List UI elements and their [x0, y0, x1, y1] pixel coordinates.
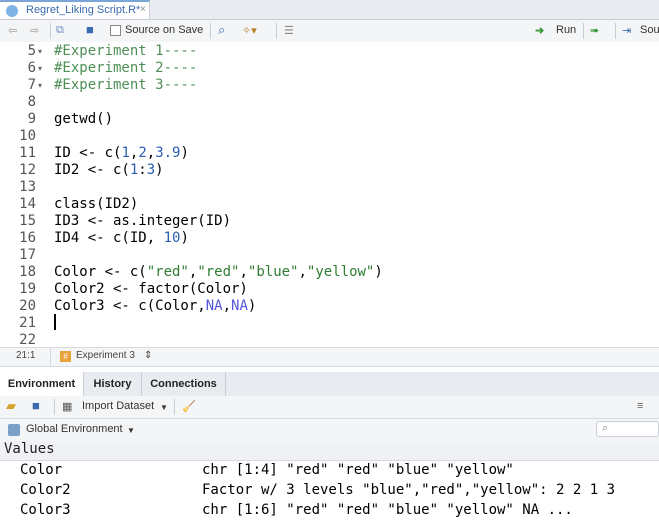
environment-search-input[interactable]: ⌕ [596, 421, 659, 437]
text-cursor [54, 314, 56, 330]
line-number: 19 [19, 281, 36, 297]
line-number: 17 [19, 247, 36, 263]
source-on-save-checkbox[interactable] [110, 25, 121, 36]
line-number: 21 [19, 315, 36, 331]
line-number: 18 [19, 264, 36, 280]
code-line[interactable]: getwd() [54, 111, 113, 127]
search-icon[interactable]: ⌕ [218, 22, 225, 38]
code-line[interactable]: class(ID2) [54, 196, 138, 212]
section-dropdown-icon[interactable]: ⇕ [144, 350, 152, 361]
code-line[interactable]: ID3 <- as.integer(ID) [54, 213, 231, 229]
line-number: 22 [19, 332, 36, 348]
environment-toolbar: ▰ ■ ▦ Import Dataset ▼ 🧹 ≡ [0, 396, 659, 419]
source-on-save-label: Source on Save [125, 24, 204, 36]
line-number: 8 [27, 94, 36, 110]
tab-history[interactable]: History [84, 372, 142, 396]
save-workspace-icon[interactable]: ■ [32, 398, 40, 413]
line-number: 6 [27, 60, 36, 76]
tab-environment[interactable]: Environment [0, 372, 84, 396]
fold-arrow-icon[interactable]: ▾ [38, 64, 42, 73]
variable-value: chr [1:4] "red" "red" "blue" "yellow" [202, 462, 514, 478]
file-tab[interactable]: Regret_Liking Script.R* × [0, 0, 150, 19]
section-label[interactable]: Experiment 3 [76, 350, 135, 361]
source-arrow-icon: ⇥ [622, 25, 632, 37]
code-line[interactable]: ID2 <- c(1:3) [54, 162, 164, 178]
r-file-icon [6, 5, 18, 17]
import-dropdown-icon[interactable]: ▼ [160, 403, 168, 412]
editor-status-bar: 21:1 # Experiment 3 ⇕ [0, 347, 659, 367]
code-line[interactable]: Color <- c("red","red","blue","yellow") [54, 264, 383, 280]
fold-arrow-icon[interactable]: ▾ [38, 81, 42, 90]
values-header-label: Values [4, 441, 55, 457]
variable-value: chr [1:6] "red" "red" "blue" "yellow" NA… [202, 502, 573, 518]
broom-icon[interactable]: 🧹 [182, 400, 196, 413]
environment-dropdown-icon[interactable]: ▼ [127, 426, 135, 435]
source-button[interactable]: Sou [640, 24, 659, 36]
code-editor[interactable]: 5 ▾ 6 ▾ 7 ▾ 8 9 10 11 12 13 14 15 16 17 18 19 20 21 22 #Expe… [0, 42, 659, 348]
rerun-icon[interactable]: ➠ [590, 24, 599, 37]
code-line[interactable]: Color2 <- factor(Color) [54, 281, 248, 297]
line-number: 5 [27, 43, 36, 59]
environment-pane-tabs: Environment History Connections [0, 372, 659, 397]
variable-name: Color [20, 462, 63, 478]
environment-value-row[interactable]: Color2 Factor w/ 3 levels "blue","red","y… [0, 481, 659, 501]
fold-arrow-icon[interactable]: ▾ [38, 47, 42, 56]
environment-value-row[interactable]: Color chr [1:4] "red" "red" "blue" "yello… [0, 461, 659, 481]
variable-name: Color2 [20, 482, 71, 498]
line-number: 14 [19, 196, 36, 212]
environment-value-row[interactable]: Color3 chr [1:6] "red" "red" "blue" "yell… [0, 501, 659, 521]
show-in-window-icon[interactable]: ⧉ [56, 24, 64, 37]
variable-name: Color3 [20, 502, 71, 518]
code-line[interactable]: ID4 <- c(ID, 10) [54, 230, 189, 246]
line-number: 15 [19, 213, 36, 229]
line-number: 16 [19, 230, 36, 246]
line-number: 13 [19, 179, 36, 195]
line-number-gutter: 5 ▾ 6 ▾ 7 ▾ 8 9 10 11 12 13 14 15 16 17 18 19 20 21 22 [0, 42, 50, 348]
search-icon: ⌕ [602, 422, 609, 434]
code-line[interactable]: #Experiment 1---- [54, 43, 197, 59]
tab-connections[interactable]: Connections [142, 372, 226, 396]
code-line[interactable]: #Experiment 3---- [54, 77, 197, 93]
environment-icon [8, 424, 20, 436]
line-number: 12 [19, 162, 36, 178]
import-dataset-icon: ▦ [62, 401, 73, 413]
global-environment-bar: Global Environment ▼ ⌕ [0, 419, 659, 442]
run-button[interactable]: Run [556, 24, 576, 36]
save-icon[interactable]: ■ [86, 22, 94, 37]
code-line[interactable]: ID <- c(1,2,3.9) [54, 145, 189, 161]
code-line[interactable]: #Experiment 2---- [54, 60, 197, 76]
close-tab-icon[interactable]: × [140, 4, 146, 15]
file-tab-label: Regret_Liking Script.R* [26, 4, 141, 16]
line-number: 7 [27, 77, 36, 93]
line-number: 11 [19, 145, 36, 161]
back-arrow-icon[interactable]: ⇦ [8, 24, 17, 37]
run-arrow-icon: ➜ [535, 25, 545, 37]
compile-report-icon[interactable]: ☰ [284, 24, 294, 37]
cursor-position: 21:1 [16, 350, 36, 361]
open-folder-icon[interactable]: ▰ [6, 398, 16, 414]
line-number: 10 [19, 128, 36, 144]
line-number: 20 [19, 298, 36, 314]
editor-toolbar: ⇦ ⇨ ⧉ ■ Source on Save ⌕ ✧▾ ☰ ➜ Run ➠ ⇥ … [0, 20, 659, 43]
forward-arrow-icon[interactable]: ⇨ [30, 24, 39, 37]
import-dataset-button[interactable]: Import Dataset [82, 400, 154, 412]
values-section-header: Values [0, 441, 659, 461]
code-line[interactable]: Color3 <- c(Color,NA,NA) [54, 298, 256, 314]
section-icon: # [60, 351, 71, 362]
line-number: 9 [27, 111, 36, 127]
global-environment-dropdown[interactable]: Global Environment [26, 423, 123, 435]
variable-value: Factor w/ 3 levels "blue","red","yellow"… [202, 482, 616, 498]
editor-tab-bar: Regret_Liking Script.R* × [0, 0, 659, 20]
list-view-icon[interactable]: ≡ [637, 400, 643, 412]
magic-wand-icon[interactable]: ✧▾ [242, 24, 257, 37]
